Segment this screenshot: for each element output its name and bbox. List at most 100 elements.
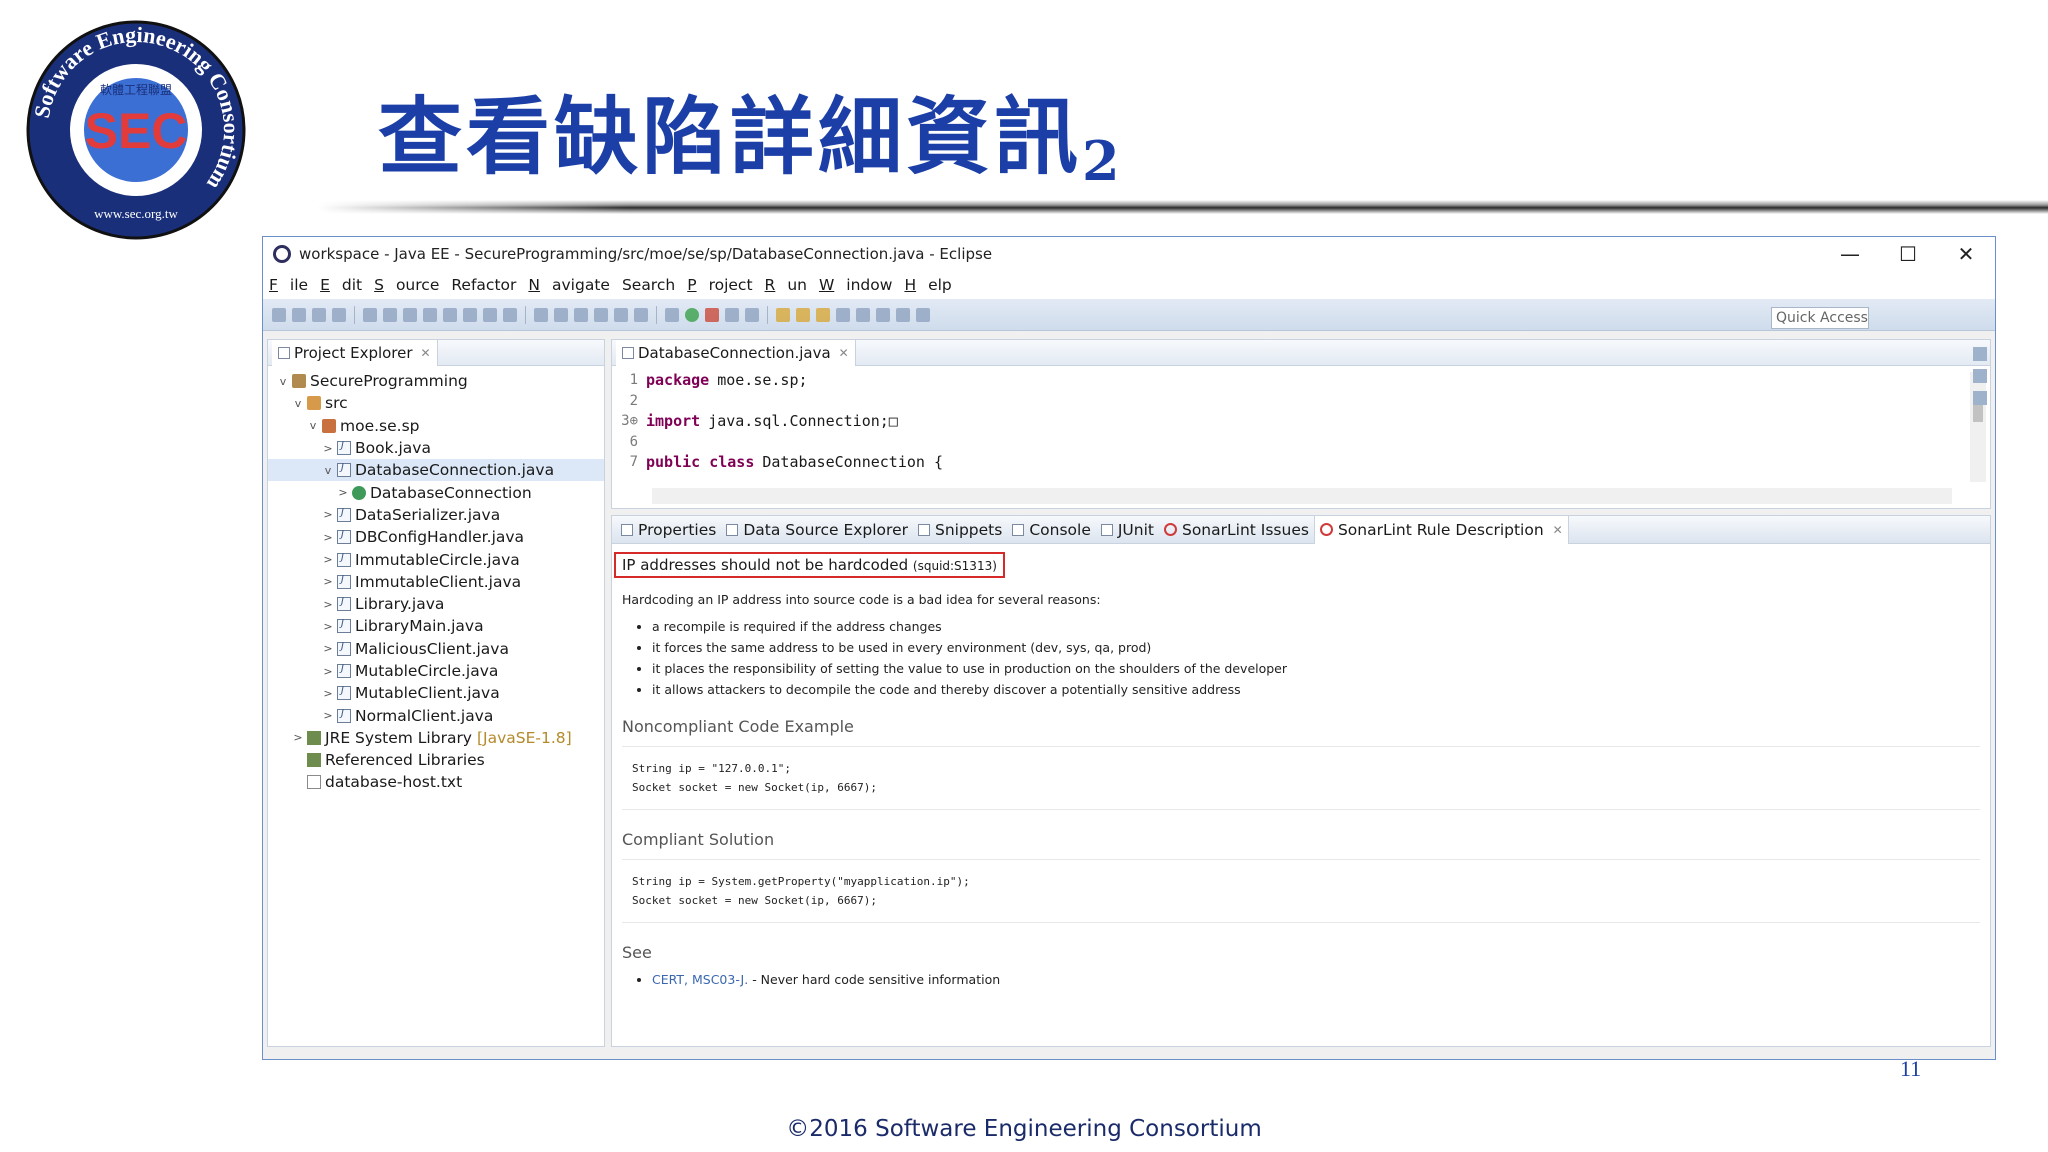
maximize-button[interactable]: ☐ (1879, 237, 1937, 271)
step-over-icon[interactable] (483, 307, 497, 322)
step-into-icon[interactable] (463, 307, 477, 322)
open-type-icon[interactable] (776, 307, 790, 322)
close-tab-icon[interactable]: ✕ (421, 346, 431, 360)
menu-item[interactable]: Source (374, 276, 439, 294)
tab-database-connection-java[interactable]: DatabaseConnection.java ✕ (616, 339, 856, 366)
annotation-next-icon[interactable] (856, 307, 870, 322)
code-line[interactable]: 3⊕ import java.sql.Connection;□ (612, 411, 1990, 432)
menu-item[interactable]: Navigate (528, 276, 610, 294)
disconnect-icon[interactable] (443, 307, 457, 322)
tab-project-explorer[interactable]: Project Explorer ✕ (272, 339, 438, 366)
code-line[interactable]: 2 (612, 391, 1990, 412)
menu-item[interactable]: Project (687, 276, 752, 294)
restore-icon[interactable] (1973, 391, 1987, 405)
jpa-icon[interactable] (634, 307, 648, 322)
expand-toggle-icon[interactable]: > (321, 709, 335, 722)
menu-item[interactable]: Edit (320, 276, 362, 294)
tree-item[interactable]: > LibraryMain.java (268, 615, 604, 637)
code-line[interactable]: 6 (612, 432, 1990, 453)
code-area[interactable]: 1 package moe.se.sp; 2 3⊕ import java.sql.Conn… (612, 366, 1990, 473)
expand-toggle-icon[interactable]: > (291, 731, 305, 744)
tree-item[interactable]: > MaliciousClient.java (268, 638, 604, 660)
menu-item[interactable]: Refactor (451, 276, 516, 294)
tab-snippets[interactable]: Snippets (913, 516, 1007, 544)
tree-item[interactable]: v DatabaseConnection.java (268, 459, 604, 482)
tree-item[interactable]: > JRE System Library [JavaSE-1.8] (268, 727, 604, 749)
save-icon[interactable] (292, 307, 306, 322)
resume-icon[interactable] (383, 307, 397, 322)
close-tab-icon[interactable]: ✕ (1553, 523, 1563, 537)
globe-icon[interactable] (836, 307, 850, 322)
external-tools-icon[interactable] (725, 307, 739, 322)
menu-item[interactable]: Run (765, 276, 807, 294)
expand-toggle-icon[interactable]: > (321, 598, 335, 611)
menu-item[interactable]: Search (622, 276, 675, 294)
tree-item[interactable]: > Library.java (268, 593, 604, 615)
tree-item[interactable]: > DBConfigHandler.java (268, 526, 604, 548)
expand-toggle-icon[interactable]: > (321, 642, 335, 655)
tree-item[interactable]: v moe.se.sp (268, 415, 604, 437)
expand-toggle-icon[interactable]: > (321, 620, 335, 633)
expand-toggle-icon[interactable]: > (321, 508, 335, 521)
editor-horizontal-scrollbar[interactable] (652, 488, 1952, 504)
menu-item[interactable]: Window (819, 276, 892, 294)
terminate-icon[interactable] (423, 307, 437, 322)
expand-toggle-icon[interactable]: > (321, 531, 335, 544)
new-java-class-icon[interactable] (745, 307, 759, 322)
tree-item[interactable]: > NormalClient.java (268, 704, 604, 726)
server-icon[interactable] (534, 307, 548, 322)
tree-item[interactable]: > MutableClient.java (268, 682, 604, 704)
tree-item[interactable]: v SecureProgramming (268, 370, 604, 392)
task-list-icon[interactable] (1973, 369, 1987, 383)
menu-item[interactable]: Help (904, 276, 951, 294)
new-icon[interactable] (272, 307, 286, 322)
tab-properties[interactable]: Properties (616, 516, 721, 544)
cert-link[interactable]: CERT, MSC03-J. (652, 972, 748, 987)
expand-toggle-icon[interactable]: > (321, 687, 335, 700)
tab-sonarlint-rule-description[interactable]: SonarLint Rule Description ✕ (1313, 515, 1569, 544)
tree-item[interactable]: > DatabaseConnection (268, 481, 604, 503)
tab-junit[interactable]: JUnit (1096, 516, 1159, 544)
code-line[interactable]: 7 public class DatabaseConnection { (612, 452, 1990, 473)
tree-item[interactable]: Referenced Libraries (268, 749, 604, 771)
back-icon[interactable] (896, 307, 910, 322)
suspend-icon[interactable] (403, 307, 417, 322)
expand-toggle-icon[interactable]: > (336, 486, 350, 499)
expand-toggle-icon[interactable]: > (321, 665, 335, 678)
tree-item[interactable]: database-host.txt (268, 771, 604, 793)
debug-icon[interactable] (665, 307, 679, 322)
database-icon[interactable] (614, 307, 628, 322)
servlet-icon[interactable] (554, 307, 568, 322)
tree-item[interactable]: > ImmutableCircle.java (268, 548, 604, 570)
tree-item[interactable]: > ImmutableClient.java (268, 571, 604, 593)
expand-toggle-icon[interactable]: v (321, 464, 335, 477)
expand-toggle-icon[interactable]: > (321, 442, 335, 455)
expand-toggle-icon[interactable]: v (306, 419, 320, 432)
coverage-icon[interactable] (705, 307, 719, 322)
expand-toggle-icon[interactable]: v (291, 397, 305, 410)
close-tab-icon[interactable]: ✕ (839, 346, 849, 360)
annotation-prev-icon[interactable] (876, 307, 890, 322)
tab-data-source-explorer[interactable]: Data Source Explorer (721, 516, 913, 544)
tree-item[interactable]: > Book.java (268, 437, 604, 459)
tab-sonarlint-issues[interactable]: SonarLint Issues (1159, 516, 1314, 544)
menu-item[interactable]: File (269, 276, 308, 294)
tab-console[interactable]: Console (1007, 516, 1096, 544)
quick-access-input[interactable]: Quick Access (1771, 307, 1869, 329)
outline-icon[interactable] (1973, 347, 1987, 361)
tree-item[interactable]: v src (268, 392, 604, 414)
run-icon[interactable] (685, 307, 699, 322)
close-button[interactable]: ✕ (1937, 237, 1995, 271)
minimize-button[interactable]: — (1821, 237, 1879, 271)
print-icon[interactable] (332, 307, 346, 322)
step-return-icon[interactable] (503, 307, 517, 322)
tree-item[interactable]: > MutableCircle.java (268, 660, 604, 682)
save-all-icon[interactable] (312, 307, 326, 322)
expand-toggle-icon[interactable]: > (321, 575, 335, 588)
search-icon[interactable] (816, 307, 830, 322)
web-service-icon[interactable] (574, 307, 588, 322)
ejb-icon[interactable] (594, 307, 608, 322)
expand-toggle-icon[interactable]: > (321, 553, 335, 566)
skip-breakpoints-icon[interactable] (363, 307, 377, 322)
tree-item[interactable]: > DataSerializer.java (268, 504, 604, 526)
